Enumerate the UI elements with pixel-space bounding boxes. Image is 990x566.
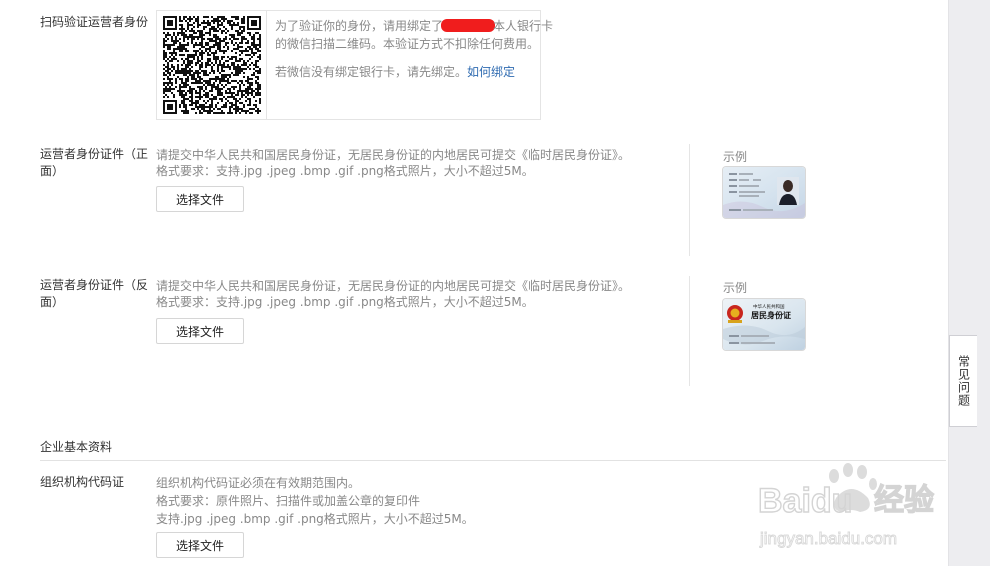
org-code-desc-line-1: 组织机构代码证必须在有效期范围内。 <box>156 476 361 490</box>
baidu-paw-icon: Baidu 经验 jingyan.baidu.com <box>757 463 935 548</box>
id-back-label-line-2: 面） <box>40 295 65 309</box>
redacted-name <box>441 19 496 32</box>
id-front-description: 请提交中华人民共和国居民身份证，无居民身份证的内地居民可提交《临时居民身份证》。… <box>156 147 630 179</box>
watermark-url: jingyan.baidu.com <box>759 529 897 548</box>
id-card-back-icon: 中华人民共和国 居民身份证 <box>723 299 805 350</box>
id-back-label-line-1: 运营者身份证件（反 <box>40 278 149 292</box>
qr-line1-part-b: 本人银行卡 <box>493 19 554 33</box>
org-code-desc-line-2: 格式要求：原件照片、扫描件或加盖公章的复印件 <box>156 494 421 508</box>
id-front-label-line-2: 面） <box>40 164 65 178</box>
id-back-divider <box>689 276 690 386</box>
id-card-front-icon <box>723 167 805 218</box>
id-back-example-image: 中华人民共和国 居民身份证 <box>723 299 805 350</box>
id-back-example-label: 示例 <box>723 281 748 295</box>
id-back-description: 请提交中华人民共和国居民身份证，无居民身份证的内地居民可提交《临时居民身份证》。… <box>156 278 630 310</box>
id-back-choose-file-button[interactable]: 选择文件 <box>156 318 244 344</box>
org-code-desc-line-3: 支持.jpg .jpeg .bmp .gif .png格式照片，大小不超过5M。 <box>156 512 474 526</box>
qr-instructions: 为了验证你的身份，请用绑定了 本人银行卡 的微信扫描二维码。本验证方式不扣除任何费… <box>275 17 553 81</box>
faq-tab[interactable]: 常见问题 <box>949 335 977 427</box>
how-to-bind-link[interactable]: 如何绑定 <box>467 65 515 79</box>
baidu-jingyan-watermark: Baidu 经验 jingyan.baidu.com <box>756 458 946 558</box>
right-sidebar-strip <box>948 0 990 566</box>
card-title-small: 中华人民共和国 <box>753 303 785 310</box>
id-front-label-line-1: 运营者身份证件（正 <box>40 147 149 161</box>
qr-code-image <box>157 11 267 119</box>
id-back-desc-line-2: 格式要求：支持.jpg .jpeg .bmp .gif .png格式照片，大小不… <box>156 295 534 309</box>
enterprise-section-title: 企业基本资料 <box>40 440 113 454</box>
id-front-label: 运营者身份证件（正 面） <box>40 146 148 180</box>
id-front-desc-line-2: 格式要求：支持.jpg .jpeg .bmp .gif .png格式照片，大小不… <box>156 164 534 178</box>
qr-line3-text: 若微信没有绑定银行卡，请先绑定。 <box>275 65 468 79</box>
id-front-example-image <box>723 167 805 218</box>
org-code-choose-file-button[interactable]: 选择文件 <box>156 532 244 558</box>
org-code-label: 组织机构代码证 <box>40 475 125 489</box>
qr-section-label: 扫码验证运营者身份 <box>40 15 149 29</box>
watermark-brand-cn: 经验 <box>874 483 934 518</box>
org-code-description: 组织机构代码证必须在有效期范围内。 格式要求：原件照片、扫描件或加盖公章的复印件… <box>156 474 474 528</box>
qr-line1-part-a: 为了验证你的身份，请用绑定了 <box>275 19 444 33</box>
faq-tab-label: 常见问题 <box>956 355 971 407</box>
qr-code-icon <box>162 16 261 114</box>
id-front-desc-line-1: 请提交中华人民共和国居民身份证，无居民身份证的内地居民可提交《临时居民身份证》。 <box>156 148 631 162</box>
card-title-big: 居民身份证 <box>751 310 791 320</box>
id-front-choose-file-button[interactable]: 选择文件 <box>156 186 244 212</box>
qr-instruction-line-2: 的微信扫描二维码。本验证方式不扣除任何费用。 <box>275 37 540 51</box>
qr-instruction-line-1: 为了验证你的身份，请用绑定了 本人银行卡 <box>275 17 553 35</box>
id-back-desc-line-1: 请提交中华人民共和国居民身份证，无居民身份证的内地居民可提交《临时居民身份证》。 <box>156 279 631 293</box>
qr-verify-box: 为了验证你的身份，请用绑定了 本人银行卡 的微信扫描二维码。本验证方式不扣除任何费… <box>156 10 553 120</box>
id-front-divider <box>689 144 690 256</box>
qr-instruction-line-3: 若微信没有绑定银行卡，请先绑定。如何绑定 <box>275 63 537 81</box>
enterprise-section-divider <box>40 460 946 461</box>
id-back-label: 运营者身份证件（反 面） <box>40 277 148 311</box>
id-front-example-label: 示例 <box>723 150 748 164</box>
watermark-brand: Baidu <box>758 482 852 520</box>
